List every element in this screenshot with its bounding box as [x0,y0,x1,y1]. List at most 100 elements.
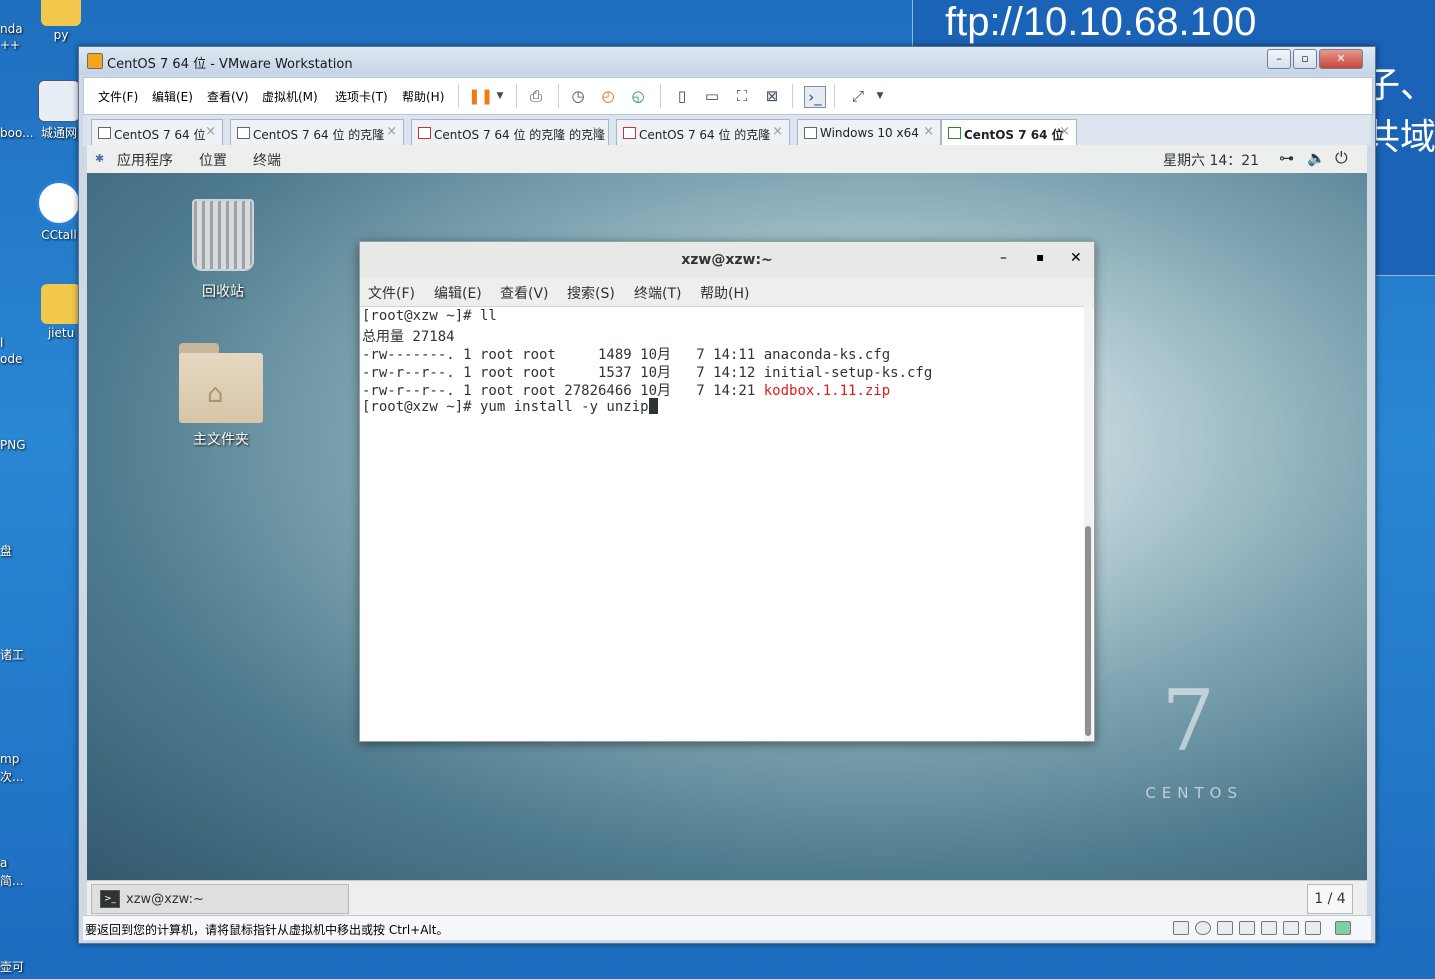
tab-centos7-clone-clone[interactable]: CentOS 7 64 位 的克隆 的克隆 × [411,119,609,146]
close-icon[interactable]: × [205,124,216,139]
folder-icon [41,0,81,26]
vmware-statusbar: 要返回到您的计算机，请将鼠标指针从虚拟机中移出或按 Ctrl+Alt。 [83,915,1371,940]
network-icon[interactable]: ⊶ [1279,149,1294,167]
restore-button[interactable]: ▫ [1293,49,1317,69]
volume-icon[interactable]: 🔈 [1307,149,1326,167]
vmware-window: CentOS 7 64 位 - VMware Workstation – ▫ ✕… [78,46,1376,944]
vm-icon [804,127,817,139]
terminal-menu-help[interactable]: 帮助(H) [700,283,749,303]
tab-label: CentOS 7 64 位 的克隆 [639,128,771,142]
menu-help[interactable]: 帮助(H) [402,88,444,105]
close-icon[interactable]: × [1059,124,1070,139]
terminal-menu-search[interactable]: 搜索(S) [567,283,615,303]
tab-centos7[interactable]: CentOS 7 64 位 × [91,119,223,146]
centos-logo-digit: 7 [1161,672,1215,770]
edge-label: 盘 [0,544,13,558]
message-log-icon[interactable] [1335,921,1351,935]
terminal-menu-view[interactable]: 查看(V) [500,283,549,303]
close-button[interactable]: ✕ [1319,49,1363,69]
minimize-button[interactable]: – [1000,250,1007,266]
terminal-output[interactable]: [root@xzw ~]# ll 总用量 27184 -rw-------. 1… [360,306,1082,741]
clock[interactable]: 星期六 14：21 [1163,150,1259,170]
toolbar-separator [458,84,459,108]
edge-label: 简... [0,874,24,888]
snapshot-icon[interactable]: ◷ [568,86,588,106]
usb-device-icon[interactable] [1305,921,1321,935]
chevron-down-icon[interactable]: ▼ [490,86,510,106]
terminal-scrollbar[interactable] [1084,306,1093,741]
guest-desktop[interactable]: 回收站 ⌂ 主文件夹 7 CENTOS xzw@xzw:~ – ▪ ✕ 文件(F… [87,173,1367,880]
status-message: 要返回到您的计算机，请将鼠标指针从虚拟机中移出或按 Ctrl+Alt。 [85,923,449,937]
console-view-icon[interactable]: ›_ [804,86,826,108]
toolbar-separator [660,84,661,108]
guest-screen[interactable]: ✱ 应用程序 位置 终端 星期六 14：21 ⊶ 🔈 ⏻ 回收站 ⌂ 主文件夹 … [87,145,1367,915]
taskbar-terminal-entry[interactable]: >_ xzw@xzw:~ [91,884,349,914]
tab-centos7-clone[interactable]: CentOS 7 64 位 的克隆 × [230,119,404,146]
tab-windows10[interactable]: Windows 10 x64 × [797,119,941,146]
terminal-line: -rw-r--r--. 1 root root 1537 10月 7 14:12… [362,365,933,381]
tab-label: CentOS 7 64 位 的克隆 [253,128,385,142]
revert-snapshot-icon[interactable]: ◴ [598,86,618,106]
terminal-menu-terminal[interactable]: 终端(T) [634,283,681,303]
tab-centos7-active[interactable]: CentOS 7 64 位 × [941,119,1077,146]
terminal-app-menu[interactable]: 终端 [253,150,281,170]
gnome-top-bar: ✱ 应用程序 位置 终端 星期六 14：21 ⊶ 🔈 ⏻ [87,145,1367,174]
thumbnail-view-icon[interactable]: ▭ [702,86,722,106]
window-title: CentOS 7 64 位 - VMware Workstation [107,57,353,72]
fullscreen-icon[interactable]: ⛶ [732,86,752,106]
desktop-icon-py[interactable]: py [26,0,96,42]
edge-label: nda [0,22,23,36]
pause-icon[interactable]: ❚❚ [468,86,493,106]
maximize-button[interactable]: ▪ [1036,250,1044,264]
edge-label: boo... [0,126,34,140]
applications-menu[interactable]: 应用程序 [117,150,173,170]
sound-card-icon[interactable] [1261,921,1277,935]
centos-logo-text: CENTOS [1145,784,1243,802]
vm-running-icon [623,127,636,139]
workspace-pager[interactable]: 1 / 4 [1307,884,1353,914]
trash-icon [192,199,254,271]
power-icon[interactable]: ⏻ [1335,148,1348,168]
close-icon[interactable]: × [923,124,934,139]
toolbar-separator [792,84,793,108]
network-adapter-icon[interactable] [1217,921,1233,935]
vm-icon [98,127,111,139]
terminal-menubar: 文件(F) 编辑(E) 查看(V) 搜索(S) 终端(T) 帮助(H) [360,278,1094,307]
hard-disk-icon[interactable] [1173,921,1189,935]
menu-tabs[interactable]: 选项卡(T) [335,88,388,105]
terminal-menu-edit[interactable]: 编辑(E) [434,283,482,303]
terminal-window[interactable]: xzw@xzw:~ – ▪ ✕ 文件(F) 编辑(E) 查看(V) 搜索(S) … [359,241,1095,742]
close-icon[interactable]: × [591,124,602,139]
send-ctrl-alt-del-icon[interactable]: ⎙ [526,86,546,106]
stretch-icon[interactable]: ⤢ [848,86,868,106]
scrollbar-thumb[interactable] [1085,526,1091,736]
terminal-menu-file[interactable]: 文件(F) [368,283,415,303]
minimize-button[interactable]: – [1267,49,1291,69]
chevron-down-icon[interactable]: ▼ [870,86,890,106]
sidebar-view-icon[interactable]: ▯ [672,86,692,106]
desktop-icon-trash[interactable]: 回收站 [183,199,263,301]
gnome-foot-icon: ✱ [95,152,105,165]
close-icon[interactable]: × [386,124,397,139]
text-cursor [648,398,658,414]
menu-file[interactable]: 文件(F) [98,88,138,105]
tab-label: CentOS 7 64 位 [114,128,206,142]
close-icon[interactable]: × [772,124,783,139]
places-menu[interactable]: 位置 [199,150,227,170]
vmware-titlebar[interactable]: CentOS 7 64 位 - VMware Workstation – ▫ ✕ [79,47,1375,75]
toolbar-separator [516,84,517,108]
snapshot-manager-icon[interactable]: ◵ [628,86,648,106]
cd-drive-icon[interactable] [1195,921,1211,935]
terminal-titlebar[interactable]: xzw@xzw:~ – ▪ ✕ [360,242,1094,279]
printer-icon[interactable] [1239,921,1255,935]
close-button[interactable]: ✕ [1070,250,1082,266]
unity-icon[interactable]: ⊠ [762,86,782,106]
menu-vm[interactable]: 虚拟机(M) [262,88,318,105]
usb-device-icon[interactable] [1283,921,1299,935]
menu-edit[interactable]: 编辑(E) [152,88,193,105]
vm-tab-strip: CentOS 7 64 位 × CentOS 7 64 位 的克隆 × Cent… [83,115,1371,146]
edge-label: ode [0,352,23,366]
menu-view[interactable]: 查看(V) [207,88,249,105]
desktop-icon-home[interactable]: ⌂ 主文件夹 [171,343,271,449]
tab-centos7-clone-2[interactable]: CentOS 7 64 位 的克隆 × [616,119,790,146]
